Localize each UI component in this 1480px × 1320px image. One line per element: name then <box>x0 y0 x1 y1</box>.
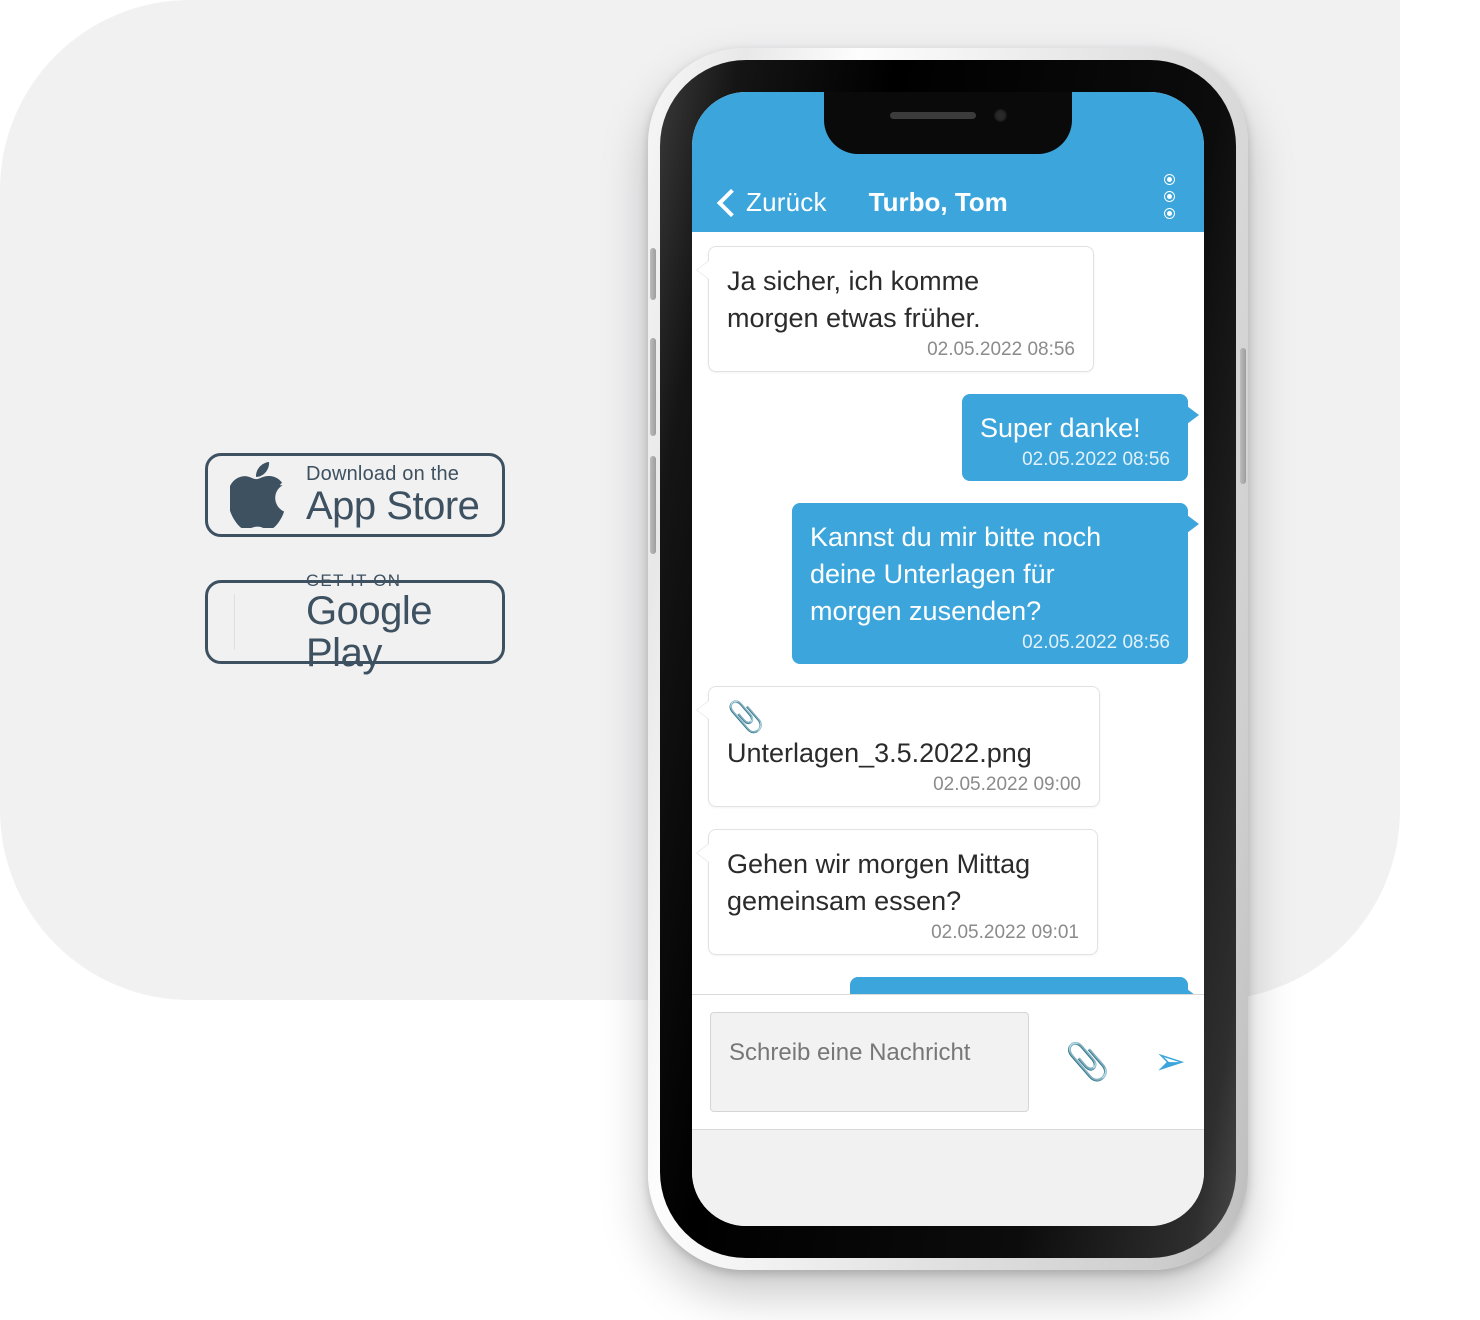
message-composer: 📎 ➢ <box>692 994 1204 1130</box>
front-camera-icon <box>993 108 1007 122</box>
menu-dot <box>1165 209 1174 218</box>
page-title: Turbo, Tom <box>868 187 1008 217</box>
back-button-label: Zurück <box>746 187 827 217</box>
app-store-badge-subtitle: Download on the <box>306 463 460 485</box>
message-timestamp: 02.05.2022 08:56 <box>1022 449 1170 470</box>
message-text: Kannst du mir bitte noch deine Unterlage… <box>810 522 1102 626</box>
message-row: Kannst du mir bitte noch deine Unterlage… <box>708 503 1199 664</box>
message-bubble-outgoing[interactable]: Gerne, dann bis morgen! 02.05.2022 09:01 <box>850 977 1199 994</box>
message-timestamp: 02.05.2022 08:56 <box>927 339 1075 360</box>
message-timestamp: 02.05.2022 09:00 <box>933 774 1081 795</box>
send-icon[interactable]: ➢ <box>1154 1043 1186 1081</box>
google-play-logo-icon <box>233 591 273 653</box>
message-row: 📎 Unterlagen_3.5.2022.png 02.05.2022 09:… <box>708 686 1188 807</box>
home-indicator-area <box>692 1130 1204 1226</box>
message-row: Ja sicher, ich komme morgen etwas früher… <box>708 246 1188 372</box>
phone-mockup: Zurück Turbo, Tom Ja sicher, ich komme m… <box>648 48 1248 1270</box>
earpiece-speaker-icon <box>889 111 976 119</box>
silent-switch-button[interactable] <box>650 248 656 300</box>
message-row: Super danke! 02.05.2022 08:56 <box>708 394 1199 481</box>
message-timestamp: 02.05.2022 08:56 <box>1022 632 1170 653</box>
chevron-left-icon <box>718 189 734 217</box>
message-text: Super danke! <box>980 413 1141 443</box>
google-play-badge-subtitle: GET IT ON <box>306 570 402 590</box>
attachment-filename[interactable]: Unterlagen_3.5.2022.png <box>727 735 1081 772</box>
google-play-badge-title: Google Play <box>306 588 432 675</box>
overflow-menu-icon[interactable] <box>1165 175 1174 218</box>
message-text: Ja sicher, ich komme morgen etwas früher… <box>727 266 981 333</box>
message-bubble-outgoing[interactable]: Super danke! 02.05.2022 08:56 <box>962 394 1199 481</box>
chat-thread[interactable]: Ja sicher, ich komme morgen etwas früher… <box>692 232 1204 994</box>
back-button[interactable]: Zurück <box>718 187 827 218</box>
menu-dot <box>1165 175 1174 184</box>
app-store-badge-title: App Store <box>306 484 480 528</box>
message-row: Gerne, dann bis morgen! 02.05.2022 09:01 <box>708 977 1199 994</box>
phone-screen: Zurück Turbo, Tom Ja sicher, ich komme m… <box>692 92 1204 1226</box>
notch <box>824 92 1072 154</box>
google-play-badge[interactable]: GET IT ON Google Play <box>205 571 505 674</box>
app-store-badge[interactable]: Download on the App Store <box>205 453 505 537</box>
message-input[interactable] <box>710 1012 1030 1112</box>
message-bubble-incoming[interactable]: Gehen wir morgen Mittag gemeinsam essen?… <box>708 829 1098 955</box>
volume-up-button[interactable] <box>650 338 656 436</box>
message-text: Gehen wir morgen Mittag gemeinsam essen? <box>727 849 1031 916</box>
message-row: Gehen wir morgen Mittag gemeinsam essen?… <box>708 829 1188 955</box>
menu-dot <box>1165 192 1174 201</box>
power-button[interactable] <box>1240 348 1246 484</box>
paperclip-icon[interactable]: 📎 <box>1065 1044 1110 1080</box>
message-bubble-incoming[interactable]: Ja sicher, ich komme morgen etwas früher… <box>708 246 1094 372</box>
message-timestamp: 02.05.2022 09:01 <box>931 922 1079 943</box>
message-bubble-outgoing[interactable]: Kannst du mir bitte noch deine Unterlage… <box>792 503 1199 664</box>
apple-logo-icon <box>230 462 285 528</box>
paperclip-icon: 📎 <box>727 701 765 734</box>
volume-down-button[interactable] <box>650 456 656 554</box>
message-bubble-attachment[interactable]: 📎 Unterlagen_3.5.2022.png 02.05.2022 09:… <box>708 686 1100 807</box>
